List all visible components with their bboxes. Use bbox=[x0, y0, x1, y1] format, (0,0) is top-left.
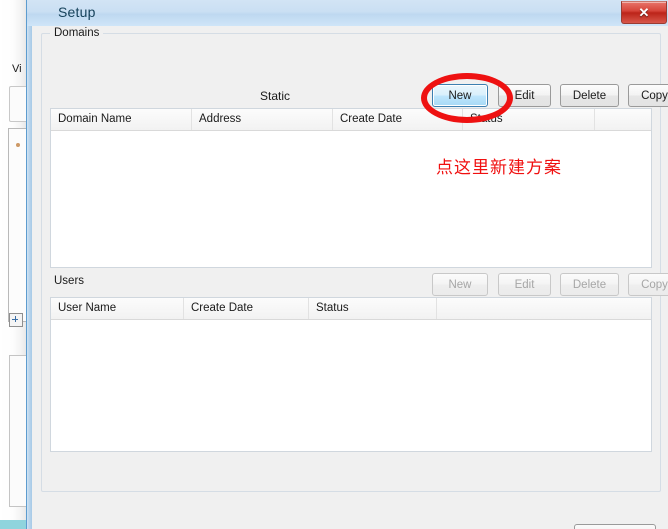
domains-list-header: Domain Name Address Create Date Status bbox=[51, 109, 651, 131]
users-listview[interactable]: User Name Create Date Status bbox=[50, 297, 652, 452]
users-column-header-spacer-3[interactable] bbox=[437, 298, 651, 319]
background-left-marker-icon bbox=[16, 143, 20, 147]
domains-list-body[interactable] bbox=[51, 131, 651, 267]
setup-dialog: Setup ✕ Domains Static New Edit Delete Copy… bbox=[26, 0, 668, 529]
domains-edit-button[interactable]: Edit bbox=[498, 84, 551, 107]
dialog-bottom-button[interactable] bbox=[574, 524, 656, 529]
background-partial-label: Vi bbox=[12, 63, 22, 75]
domains-new-button[interactable]: New bbox=[432, 84, 488, 107]
close-button[interactable]: ✕ bbox=[621, 1, 667, 24]
users-column-header-user-name[interactable]: User Name bbox=[51, 298, 184, 319]
users-new-button: New bbox=[432, 273, 488, 296]
domains-column-header-status[interactable]: Status bbox=[463, 109, 595, 130]
users-list-header: User Name Create Date Status bbox=[51, 298, 651, 320]
domains-listview[interactable]: Domain Name Address Create Date Status bbox=[50, 108, 652, 268]
users-edit-button: Edit bbox=[498, 273, 551, 296]
domains-column-header-create-date[interactable]: Create Date bbox=[333, 109, 463, 130]
users-list-body[interactable] bbox=[51, 320, 651, 451]
users-copy-button: Copy bbox=[628, 273, 668, 296]
users-delete-button: Delete bbox=[560, 273, 619, 296]
domains-column-header-address[interactable]: Address bbox=[192, 109, 333, 130]
screen-root: Vi Setup ✕ Domains Static New Edit Delete C… bbox=[0, 0, 668, 529]
domains-column-header-spacer-4[interactable] bbox=[595, 109, 651, 130]
background-bottom-accent bbox=[0, 520, 28, 529]
users-column-header-status[interactable]: Status bbox=[309, 298, 437, 319]
domains-column-header-domain-name[interactable]: Domain Name bbox=[51, 109, 192, 130]
users-column-header-create-date[interactable]: Create Date bbox=[184, 298, 309, 319]
dialog-titlebar[interactable]: Setup ✕ bbox=[27, 0, 668, 26]
dialog-body: Domains Static New Edit Delete Copy Domain … bbox=[32, 26, 668, 529]
dialog-title: Setup bbox=[58, 4, 96, 20]
annotation-note-text: 点这里新建方案 bbox=[436, 158, 562, 178]
domains-copy-button[interactable]: Copy bbox=[628, 84, 668, 107]
close-icon: ✕ bbox=[638, 5, 650, 20]
background-tree-expand-icon[interactable] bbox=[9, 313, 23, 327]
domains-groupbox-label: Domains bbox=[50, 27, 104, 39]
users-section-label: Users bbox=[50, 275, 89, 287]
domains-static-label: Static bbox=[260, 89, 291, 103]
domains-delete-button[interactable]: Delete bbox=[560, 84, 619, 107]
